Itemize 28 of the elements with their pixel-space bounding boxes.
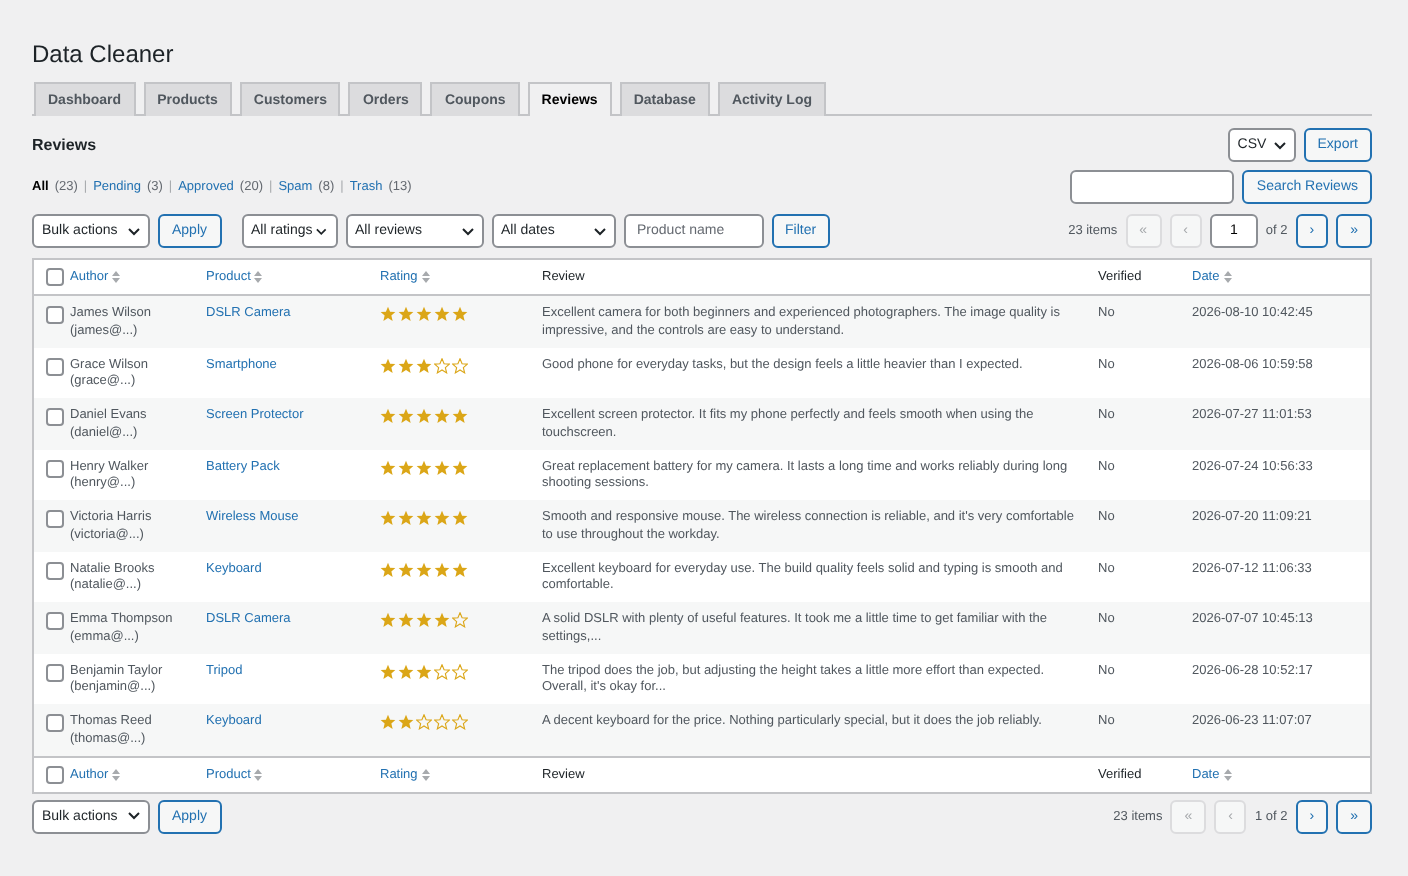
chevron-down-icon — [316, 227, 328, 235]
row-checkbox[interactable] — [46, 306, 64, 324]
section-title: Reviews — [32, 136, 97, 154]
app-title: Data Cleaner — [32, 40, 176, 68]
sort-icon — [112, 270, 121, 284]
sort-icon — [112, 767, 121, 781]
sort-icon — [1223, 767, 1232, 781]
chevron-down-icon — [128, 227, 140, 235]
chevron-down-icon — [593, 227, 606, 235]
row-checkbox[interactable] — [46, 663, 64, 681]
select-all-checkbox[interactable] — [46, 268, 64, 286]
sort-icon — [421, 270, 430, 284]
chevron-down-icon — [1273, 141, 1286, 149]
row-checkbox[interactable] — [46, 510, 64, 528]
chevron-down-icon — [461, 227, 474, 235]
row-checkbox[interactable] — [46, 408, 64, 426]
sort-icon — [254, 767, 263, 781]
sort-icon — [1223, 270, 1232, 284]
row-checkbox[interactable] — [46, 459, 64, 477]
row-checkbox[interactable] — [46, 561, 64, 579]
chevron-down-icon — [128, 812, 140, 820]
sort-icon — [421, 767, 430, 781]
sort-icon — [254, 270, 263, 284]
row-checkbox[interactable] — [46, 357, 64, 375]
search-field[interactable] — [1070, 170, 1235, 204]
select-all-checkbox[interactable] — [46, 765, 64, 783]
row-checkbox[interactable] — [46, 714, 64, 732]
row-checkbox[interactable] — [46, 612, 64, 630]
